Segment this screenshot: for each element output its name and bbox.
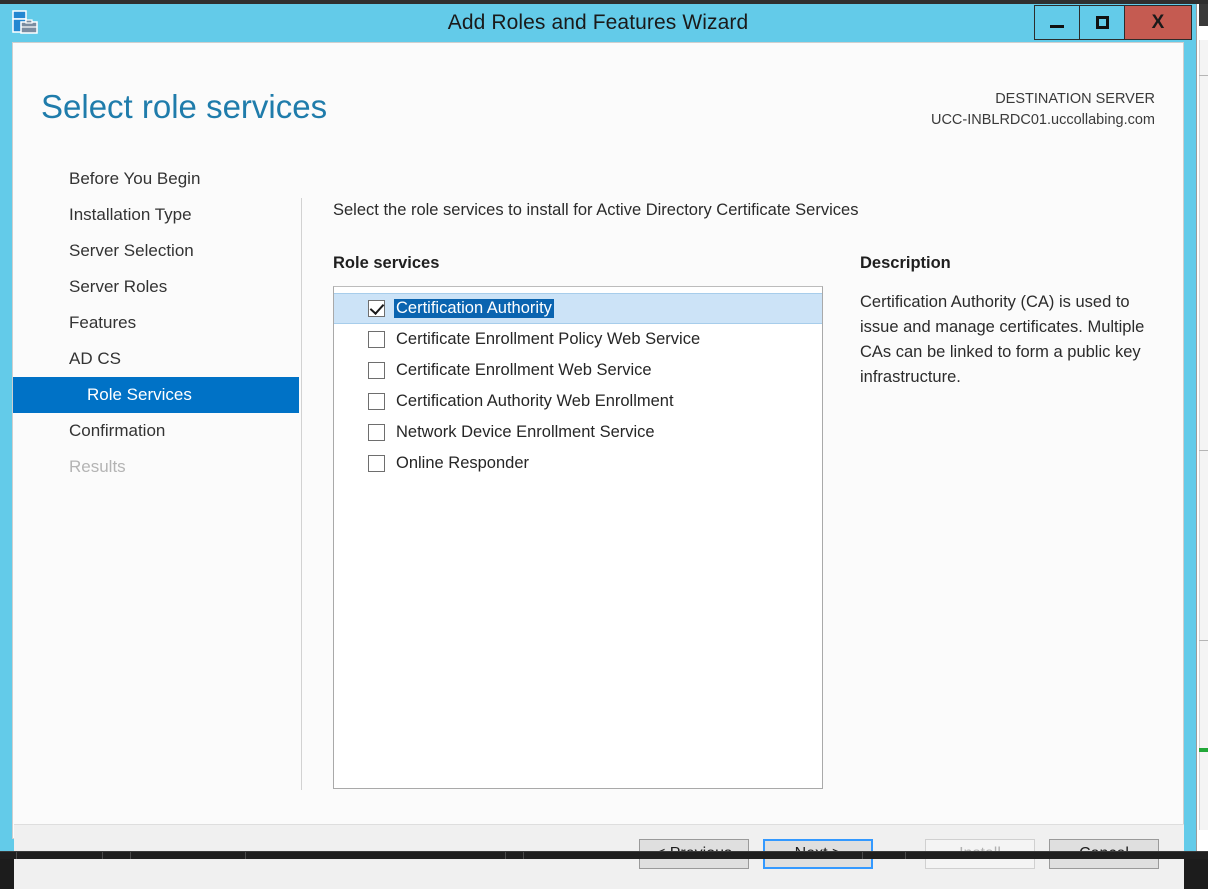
sidebar-item-confirmation[interactable]: Confirmation: [13, 413, 300, 449]
list-item[interactable]: Online Responder: [334, 448, 822, 479]
wizard-content-panel: Select role services DESTINATION SERVER …: [12, 42, 1184, 889]
add-roles-and-features-wizard-window: Add Roles and Features Wizard X Select r…: [0, 4, 1196, 889]
sidebar-item-installation-type[interactable]: Installation Type: [13, 197, 300, 233]
minimize-icon: [1050, 25, 1064, 28]
background-scrollbar-thumb[interactable]: [1199, 4, 1208, 26]
wizard-navigation: Before You Begin Installation Type Serve…: [13, 161, 300, 485]
sidebar-item-ad-cs[interactable]: AD CS: [13, 341, 300, 377]
nav-content-divider: [301, 198, 302, 790]
sidebar-item-server-roles[interactable]: Server Roles: [13, 269, 300, 305]
checkbox-certificate-enrollment-policy-web-service[interactable]: [368, 331, 385, 348]
background-status-marker: [1199, 748, 1208, 752]
background-scrollbar-track[interactable]: [1199, 40, 1208, 830]
server-manager-icon: [12, 10, 38, 34]
description-text: Certification Authority (CA) is used to …: [860, 293, 1145, 386]
list-item-label: Certificate Enrollment Policy Web Servic…: [396, 330, 701, 348]
taskbar[interactable]: [0, 851, 1208, 859]
close-icon: X: [1151, 12, 1165, 33]
list-item-label: Online Responder: [396, 454, 529, 472]
list-item[interactable]: Certification Authority: [334, 293, 822, 324]
background-tick-mark: [1199, 75, 1208, 76]
description-heading: Description: [860, 254, 951, 272]
taskbar-separator: [16, 852, 17, 859]
taskbar-separator: [130, 852, 131, 859]
window-controls: X: [1034, 5, 1192, 40]
background-tick-mark: [1199, 450, 1208, 451]
desktop-background: Add Roles and Features Wizard X Select r…: [0, 0, 1208, 889]
destination-server-name: UCC-INBLRDC01.uccollabing.com: [930, 112, 1155, 128]
destination-server-label: DESTINATION SERVER: [995, 91, 1155, 107]
minimize-button[interactable]: [1034, 5, 1080, 40]
background-tick-mark: [1199, 640, 1208, 641]
list-item[interactable]: Certificate Enrollment Web Service: [334, 355, 822, 386]
list-item[interactable]: Network Device Enrollment Service: [334, 417, 822, 448]
window-titlebar[interactable]: Add Roles and Features Wizard X: [0, 4, 1196, 42]
page-title: Select role services: [41, 88, 328, 125]
role-services-label: Role services: [333, 254, 440, 272]
checkbox-certification-authority[interactable]: [368, 300, 385, 317]
sidebar-item-before-you-begin[interactable]: Before You Begin: [13, 161, 300, 197]
sidebar-item-server-selection[interactable]: Server Selection: [13, 233, 300, 269]
taskbar-separator: [523, 852, 524, 859]
sidebar-item-features[interactable]: Features: [13, 305, 300, 341]
maximize-button[interactable]: [1079, 5, 1125, 40]
checkbox-online-responder[interactable]: [368, 455, 385, 472]
checkbox-certification-authority-web-enrollment[interactable]: [368, 393, 385, 410]
taskbar-separator: [245, 852, 246, 859]
sidebar-item-role-services[interactable]: Role Services: [13, 377, 299, 413]
taskbar-separator: [905, 852, 906, 859]
list-item[interactable]: Certificate Enrollment Policy Web Servic…: [334, 324, 822, 355]
instruction-text: Select the role services to install for …: [333, 201, 859, 219]
list-item-label: Certificate Enrollment Web Service: [396, 361, 652, 379]
close-button[interactable]: X: [1124, 5, 1192, 40]
list-item-label: Network Device Enrollment Service: [396, 423, 655, 441]
window-title: Add Roles and Features Wizard: [447, 11, 749, 34]
checkbox-certificate-enrollment-web-service[interactable]: [368, 362, 385, 379]
list-item[interactable]: Certification Authority Web Enrollment: [334, 386, 822, 417]
list-item-label: Certification Authority: [394, 299, 554, 318]
list-item-label: Certification Authority Web Enrollment: [396, 392, 674, 410]
role-services-listbox[interactable]: Certification Authority Certificate Enro…: [333, 286, 823, 789]
maximize-icon: [1095, 16, 1109, 29]
destination-server-block: DESTINATION SERVER UCC-INBLRDC01.uccolla…: [931, 89, 1155, 131]
taskbar-separator: [102, 852, 103, 859]
checkbox-network-device-enrollment-service[interactable]: [368, 424, 385, 441]
sidebar-item-results: Results: [69, 457, 126, 476]
taskbar-separator: [862, 852, 863, 859]
taskbar-separator: [505, 852, 506, 859]
